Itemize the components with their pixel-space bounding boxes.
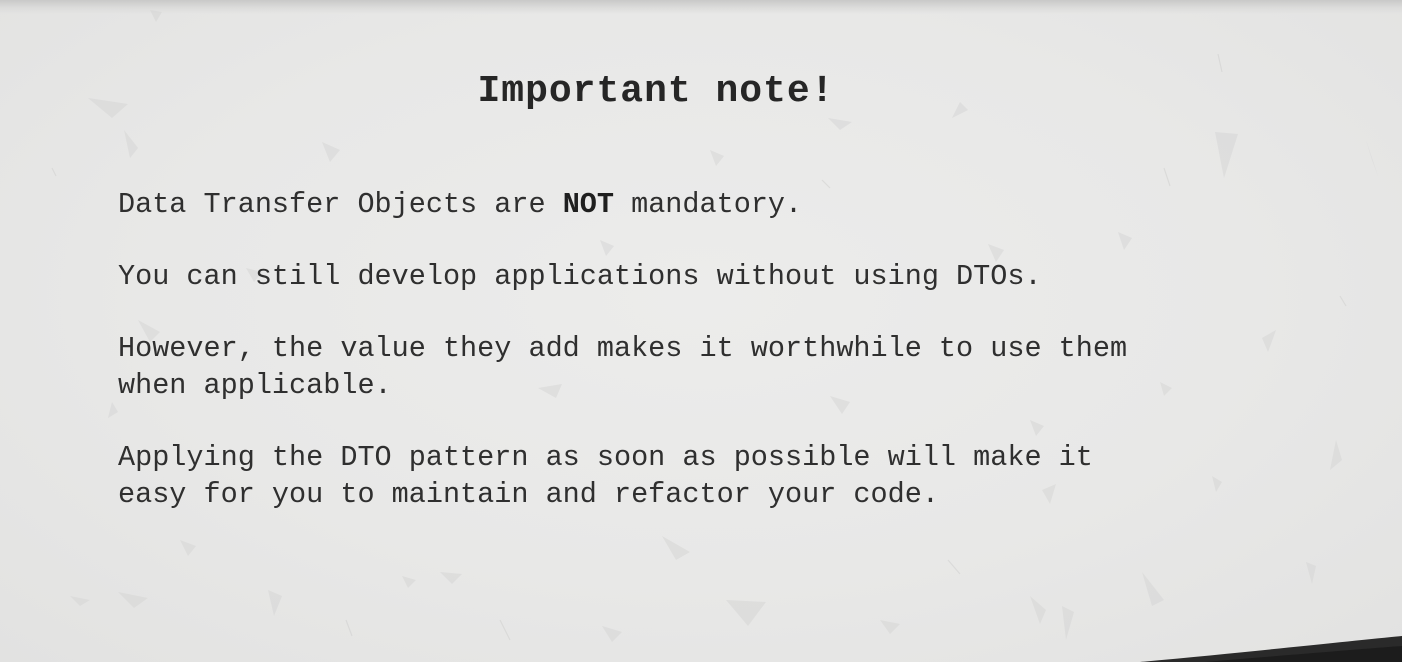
- slide: Important note! Data Transfer Objects ar…: [0, 0, 1402, 662]
- paragraph-apply-dto-pattern: Applying the DTO pattern as soon as poss…: [118, 441, 1093, 511]
- emphasis-not: NOT: [562, 188, 614, 221]
- paragraph-dto-not-mandatory: Data Transfer Objects are NOT mandatory.: [118, 186, 1228, 223]
- paragraph-text: Data Transfer Objects are: [118, 188, 563, 221]
- note-body: Data Transfer Objects are NOT mandatory.…: [118, 186, 1228, 548]
- paragraph-without-dtos: You can still develop applications witho…: [118, 260, 1042, 293]
- paragraph-text: mandatory.: [614, 188, 803, 221]
- paragraph-value-they-add: However, the value they add makes it wor…: [118, 332, 1128, 402]
- page-title: Important note!: [477, 70, 835, 113]
